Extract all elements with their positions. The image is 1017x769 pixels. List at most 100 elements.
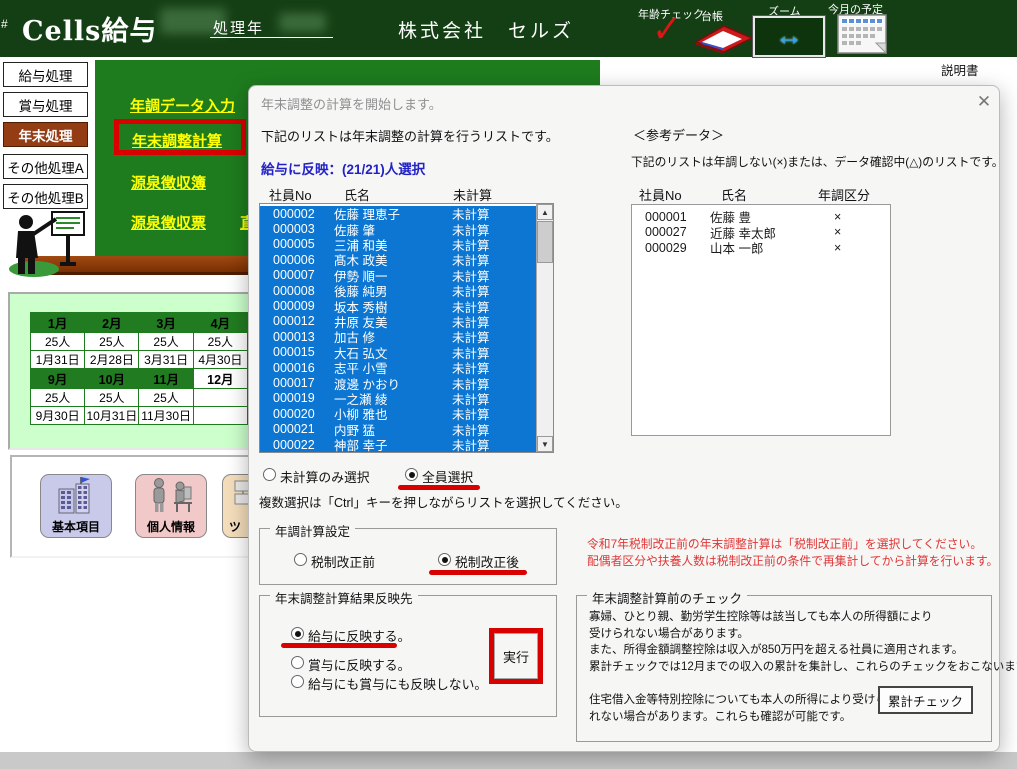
age-check-icon[interactable]: ✓ xyxy=(651,6,682,52)
redacted-year-value xyxy=(279,13,326,32)
radio-reflect-bonus[interactable] xyxy=(291,656,304,669)
reference-mark: × xyxy=(834,241,841,255)
ref-header-empno: 社員No xyxy=(639,185,682,204)
scroll-thumb[interactable] xyxy=(537,221,553,263)
paydate-cell: 10月31日 xyxy=(85,407,139,425)
month-header[interactable]: 4月 xyxy=(193,313,247,333)
radio-before-reform-label[interactable]: 税制改正前 xyxy=(311,552,375,571)
scroll-up-icon[interactable]: ▲ xyxy=(537,204,553,220)
dialog-intro: 下記のリストは年末調整の計算を行うリストです。 xyxy=(261,126,559,145)
month-header[interactable]: 9月 xyxy=(31,369,85,389)
paydate-cell: 4月30日 xyxy=(193,351,247,369)
radio-reflect-none-label[interactable]: 給与にも賞与にも反映しない。 xyxy=(308,674,487,693)
zoom-button[interactable]: ↔ xyxy=(753,16,825,57)
col-header-name: 氏名 xyxy=(344,185,370,204)
reference-mark: × xyxy=(834,225,841,239)
selection-summary: 給与に反映：(21/21)人選択 xyxy=(261,158,425,178)
month-header[interactable]: 1月 xyxy=(31,313,85,333)
radio-uncalc-only[interactable] xyxy=(263,468,276,481)
precheck-line: れない場合があります。これらも確認が可能です。 xyxy=(589,709,887,726)
reference-no: 000027 xyxy=(645,225,710,239)
annotation-underline-select-all xyxy=(398,485,480,490)
sidebar-item-bonus[interactable]: 賞与処理 xyxy=(3,92,88,117)
menu-item-gensen-bo[interactable]: 源泉徴収簿 xyxy=(131,172,206,193)
app-window: # Cells給与 処理年 株式会社 セルズ 年齢チェック ✓ 台帳 ズーム ↔… xyxy=(0,0,1017,769)
precheck-line: 住宅借入金等特別控除についても本人の所得により受けら xyxy=(589,692,887,709)
presenter-graphic xyxy=(4,206,92,280)
paydate-cell: 3月31日 xyxy=(139,351,193,369)
col-header-status: 未計算 xyxy=(453,185,492,204)
precheck-line: 受けられない場合があります。 xyxy=(589,626,1017,643)
scroll-down-icon[interactable]: ▼ xyxy=(537,436,553,452)
manual-link[interactable]: 説明書 xyxy=(941,60,979,79)
dialog-title: 年末調整の計算を開始します。 xyxy=(261,94,442,113)
radio-select-all-label[interactable]: 全員選択 xyxy=(422,467,473,486)
radio-reflect-none[interactable] xyxy=(291,675,304,688)
headcount-cell: 25人 xyxy=(139,389,193,407)
radio-uncalc-only-label[interactable]: 未計算のみ選択 xyxy=(280,467,370,486)
paydate-cell: 1月31日 xyxy=(31,351,85,369)
radio-reflect-bonus-label[interactable]: 賞与に反映する。 xyxy=(308,655,410,674)
window-bottom-edge xyxy=(0,752,1017,769)
monthly-status-table: 1月 2月 3月 4月 25人 25人 25人 25人 1月31日 2月28日 … xyxy=(30,312,248,425)
headcount-cell: 25人 xyxy=(85,389,139,407)
reflect-title: 年末調整計算結果反映先 xyxy=(270,588,418,607)
close-icon[interactable]: ✕ xyxy=(973,91,995,113)
precheck-line: また、所得金額調整控除は収入が850万円を超える社員に適用されます。 xyxy=(589,642,1017,659)
scrollbar[interactable]: ▲ ▼ xyxy=(536,204,553,452)
employee-listbox[interactable]: 000002 佐藤 理恵子 未計算 000003 佐藤 肇 未計算 000005… xyxy=(259,203,554,453)
clipped-glyph: # xyxy=(1,17,8,31)
reference-listbox[interactable]: 000001 佐藤 豊 × 000027 近藤 幸太郎 × 000029 山本 … xyxy=(631,204,891,436)
radio-reflect-salary[interactable] xyxy=(291,627,304,640)
ref-header-name: 氏名 xyxy=(721,185,747,204)
annotation-box-menu xyxy=(114,119,246,155)
ctrl-note: 複数選択は「Ctrl」キーを押しながらリストを選択してください。 xyxy=(259,492,628,511)
title-bar: # Cells給与 処理年 株式会社 セルズ 年齢チェック ✓ 台帳 ズーム ↔… xyxy=(0,0,1017,57)
employee-no: 000017 xyxy=(273,376,334,390)
employee-no: 000022 xyxy=(273,438,334,452)
ledger-book-icon[interactable] xyxy=(690,22,758,54)
paydate-cell xyxy=(193,407,247,425)
sidebar-item-yearend[interactable]: 年末処理 xyxy=(3,122,88,147)
processing-year-underline xyxy=(210,37,333,38)
employee-no: 000012 xyxy=(273,314,334,328)
processing-year-label[interactable]: 処理年 xyxy=(213,17,264,38)
reference-title: ＜参考データ＞ xyxy=(633,125,724,144)
radio-after-reform-label[interactable]: 税制改正後 xyxy=(455,552,519,571)
basic-items-button[interactable]: 基本項目 xyxy=(40,474,112,538)
menu-item-nencho-data[interactable]: 年調データ入力 xyxy=(130,95,235,116)
app-logo: Cells給与 xyxy=(22,9,157,48)
sidebar-item-salary[interactable]: 給与処理 xyxy=(3,62,88,87)
reference-row[interactable]: 000029 山本 一郎 × xyxy=(632,240,890,256)
reference-mark: × xyxy=(834,210,841,224)
radio-before-reform[interactable] xyxy=(294,553,307,566)
month-header[interactable]: 10月 xyxy=(85,369,139,389)
employee-no: 000019 xyxy=(273,391,334,405)
precheck-line: 累計チェックでは12月までの収入の累計を集計し、これらのチェックをおこないます。 xyxy=(589,659,1017,676)
headcount-cell: 25人 xyxy=(85,333,139,351)
precheck-text-2: 住宅借入金等特別控除についても本人の所得により受けられない場合があります。これら… xyxy=(589,692,887,725)
sidebar-item-other-a[interactable]: その他処理A xyxy=(3,154,88,179)
month-header-current[interactable]: 12月 xyxy=(193,369,247,389)
month-header[interactable]: 2月 xyxy=(85,313,139,333)
menu-item-gensen-hyo[interactable]: 源泉徴収票 xyxy=(131,212,206,233)
paydate-cell: 2月28日 xyxy=(85,351,139,369)
zoom-arrows-icon: ↔ xyxy=(775,22,804,51)
cumulative-check-button[interactable]: 累計チェック xyxy=(878,686,973,714)
employee-no: 000003 xyxy=(273,222,334,236)
reference-no: 000001 xyxy=(645,210,710,224)
month-header[interactable]: 3月 xyxy=(139,313,193,333)
clipped-shortcut-button[interactable]: ツ xyxy=(222,474,250,538)
radio-select-all[interactable] xyxy=(405,468,418,481)
shortcut-panel: 基本項目 個人情報 ツ xyxy=(10,455,250,558)
employee-row[interactable]: 000022 神部 幸子 未計算 xyxy=(260,437,536,452)
personal-info-button[interactable]: 個人情報 xyxy=(135,474,207,538)
company-name: 株式会社 セルズ xyxy=(398,16,574,43)
employee-rows: 000002 佐藤 理恵子 未計算 000003 佐藤 肇 未計算 000005… xyxy=(260,206,536,452)
reform-warning-line: 配偶者区分や扶養人数は税制改正前の条件で再集計してから計算を行います。 xyxy=(587,553,998,570)
employee-no: 000008 xyxy=(273,284,334,298)
calendar-icon[interactable] xyxy=(832,13,894,55)
radio-after-reform[interactable] xyxy=(438,553,451,566)
headcount-cell: 25人 xyxy=(193,333,247,351)
month-header[interactable]: 11月 xyxy=(139,369,193,389)
